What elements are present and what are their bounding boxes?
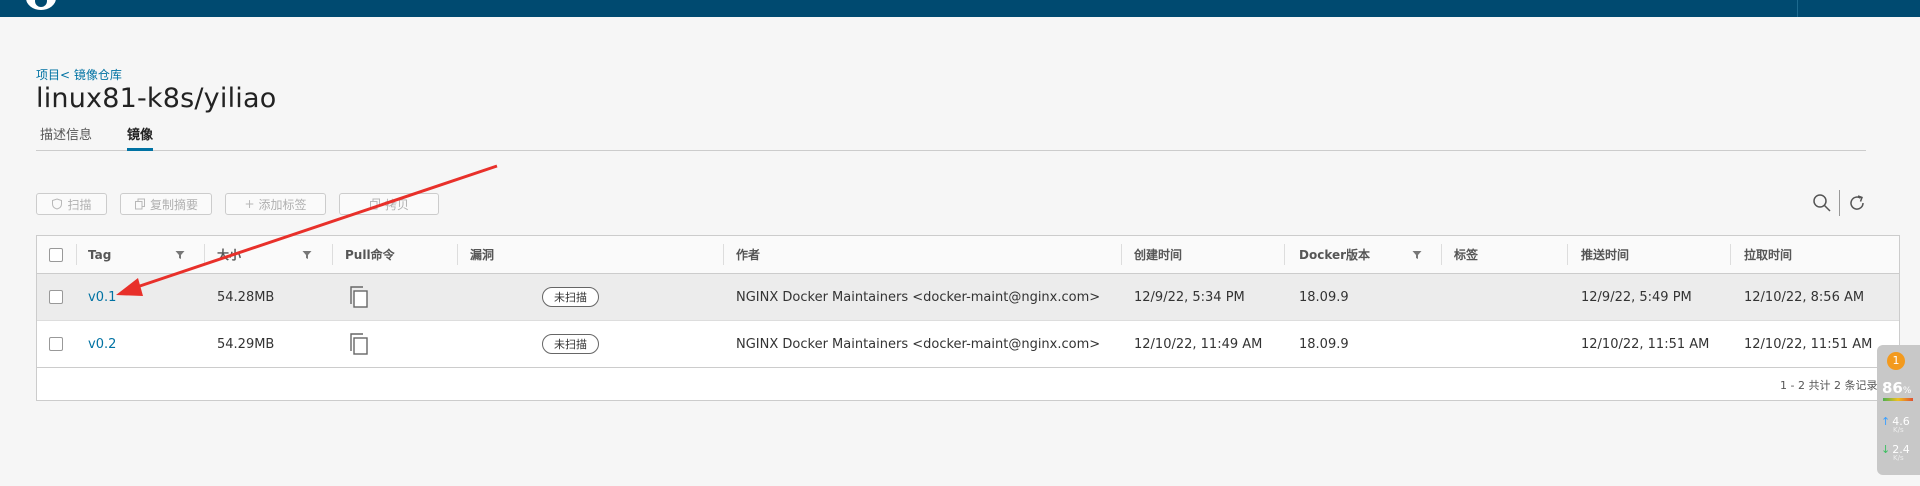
scan-button-label: 扫描 <box>67 197 92 212</box>
upload-arrow-icon: ↑ <box>1881 415 1891 428</box>
column-divider <box>1284 244 1285 265</box>
breadcrumb[interactable]: 项目< 镜像仓库 <box>36 66 122 83</box>
vulnerability-status-badge[interactable]: 未扫描 <box>542 287 599 307</box>
column-header-author[interactable]: 作者 <box>736 236 760 273</box>
tag-link[interactable]: v0.2 <box>88 321 116 367</box>
column-header-push-time[interactable]: 推送时间 <box>1581 236 1629 273</box>
pagination-summary: 1 - 2 共计 2 条记录 <box>1780 379 1878 392</box>
row-checkbox[interactable] <box>49 337 63 351</box>
download-speed: ↓ 2.4 K/s <box>1881 443 1910 462</box>
table-row[interactable]: v0.2 54.29MB 未扫描 NGINX Docker Maintainer… <box>37 321 1899 368</box>
tab-images[interactable]: 镜像 <box>127 124 154 151</box>
nav-divider <box>1797 0 1798 17</box>
memory-usage-value: 86 <box>1882 379 1903 397</box>
toolbar-divider <box>1839 190 1840 216</box>
search-icon[interactable] <box>1812 193 1832 213</box>
memory-usage-readout: 86% <box>1882 379 1911 397</box>
vulnerability-status-badge[interactable]: 未扫描 <box>542 334 599 354</box>
column-divider <box>1567 244 1568 265</box>
pull-time-cell: 12/10/22, 11:51 AM <box>1744 336 1873 352</box>
tag-link[interactable]: v0.1 <box>88 274 116 320</box>
shield-icon <box>52 198 63 210</box>
usage-bar <box>1883 398 1913 401</box>
pull-time-cell: 12/10/22, 8:56 AM <box>1744 289 1865 305</box>
refresh-icon[interactable] <box>1847 193 1867 213</box>
column-header-docker-version[interactable]: Docker版本 <box>1299 236 1370 273</box>
memory-usage-unit: % <box>1902 386 1912 396</box>
column-header-labels[interactable]: 标签 <box>1454 236 1478 273</box>
plus-icon: + <box>244 197 255 211</box>
select-all-checkbox[interactable] <box>49 247 63 262</box>
docker-version-cell: 18.09.9 <box>1299 336 1349 352</box>
filter-icon[interactable] <box>302 250 312 260</box>
tab-bar: 描述信息 镜像 <box>36 124 1866 151</box>
docker-version-cell: 18.09.9 <box>1299 289 1349 305</box>
tab-description[interactable]: 描述信息 <box>40 124 92 148</box>
size-cell: 54.29MB <box>217 336 275 352</box>
copy-icon <box>350 333 368 355</box>
copy-digest-button[interactable]: 复制摘要 <box>120 193 212 215</box>
image-tag-table: Tag 大小 Pull命令 漏洞 作者 创建时间 Docker版本 标签 推送时… <box>36 235 1900 401</box>
copy-digest-label: 复制摘要 <box>149 197 198 212</box>
column-header-pull-time[interactable]: 拉取时间 <box>1744 236 1792 273</box>
column-divider <box>457 244 458 265</box>
app-logo-icon[interactable] <box>26 0 56 10</box>
add-label-label: 添加标签 <box>258 197 307 212</box>
column-header-created[interactable]: 创建时间 <box>1134 236 1182 273</box>
copy-pull-command-button[interactable] <box>349 274 371 320</box>
row-checkbox[interactable] <box>49 290 63 304</box>
column-divider <box>332 244 333 265</box>
select-all-cell <box>49 236 63 273</box>
table-footer: 1 - 2 共计 2 条记录 <box>37 368 1899 400</box>
column-divider <box>1441 244 1442 265</box>
author-cell: NGINX Docker Maintainers <docker-maint@n… <box>736 336 1101 352</box>
add-label-button[interactable]: + 添加标签 <box>225 193 326 215</box>
created-time-cell: 12/10/22, 11:49 AM <box>1134 336 1263 352</box>
author-cell: NGINX Docker Maintainers <docker-maint@n… <box>736 289 1101 305</box>
filter-icon[interactable] <box>175 250 185 260</box>
column-header-pull-command[interactable]: Pull命令 <box>345 236 395 273</box>
column-header-size[interactable]: 大小 <box>217 236 241 273</box>
column-header-tag[interactable]: Tag <box>88 236 111 273</box>
copy-icon <box>369 198 380 210</box>
upload-speed: ↑ 4.6 K/s <box>1881 415 1910 434</box>
copy-icon <box>350 286 368 308</box>
column-divider <box>76 244 77 265</box>
filter-icon[interactable] <box>1412 250 1422 260</box>
network-monitor-widget[interactable]: 1 86% ↑ 4.6 K/s ↓ 2.4 K/s <box>1877 345 1920 475</box>
notification-count-badge: 1 <box>1887 352 1905 370</box>
table-header-row: Tag 大小 Pull命令 漏洞 作者 创建时间 Docker版本 标签 推送时… <box>37 236 1899 274</box>
page-title: linux81-k8s/yiliao <box>36 83 277 114</box>
column-divider <box>1730 244 1731 265</box>
download-arrow-icon: ↓ <box>1881 443 1891 456</box>
column-divider <box>723 244 724 265</box>
push-time-cell: 12/10/22, 11:51 AM <box>1581 336 1710 352</box>
copy-icon <box>134 198 145 210</box>
push-time-cell: 12/9/22, 5:49 PM <box>1581 289 1692 305</box>
table-row[interactable]: v0.1 54.28MB 未扫描 NGINX Docker Maintainer… <box>37 274 1899 321</box>
retag-copy-label: 拷贝 <box>384 197 409 212</box>
column-divider <box>1121 244 1122 265</box>
column-header-vulnerability[interactable]: 漏洞 <box>470 236 494 273</box>
column-divider <box>204 244 205 265</box>
copy-pull-command-button[interactable] <box>349 321 371 367</box>
created-time-cell: 12/9/22, 5:34 PM <box>1134 289 1245 305</box>
retag-copy-button[interactable]: 拷贝 <box>339 193 439 215</box>
scan-button[interactable]: 扫描 <box>36 193 107 215</box>
size-cell: 54.28MB <box>217 289 275 305</box>
top-nav-bar <box>0 0 1920 17</box>
